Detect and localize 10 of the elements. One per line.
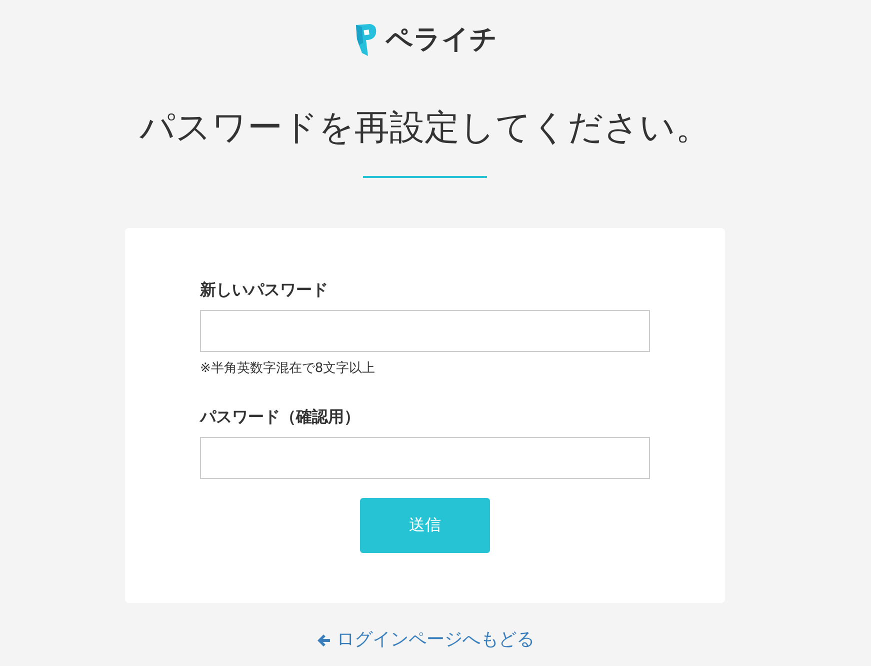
password-field[interactable]: [200, 437, 650, 479]
password-field[interactable]: [200, 310, 650, 352]
field-hint: ※半角英数字混在で8文字以上: [200, 360, 376, 378]
logo-text: ペライチ: [386, 23, 498, 57]
field-label: 新しいパスワード: [200, 279, 329, 301]
page-heading: パスワードを再設定してください。: [140, 107, 710, 150]
submit-button[interactable]: 送信: [360, 498, 490, 553]
arrow-left-icon: [316, 632, 330, 648]
field-label: パスワード（確認用）: [200, 406, 361, 428]
back-link[interactable]: ログインページへもどる: [316, 628, 534, 652]
